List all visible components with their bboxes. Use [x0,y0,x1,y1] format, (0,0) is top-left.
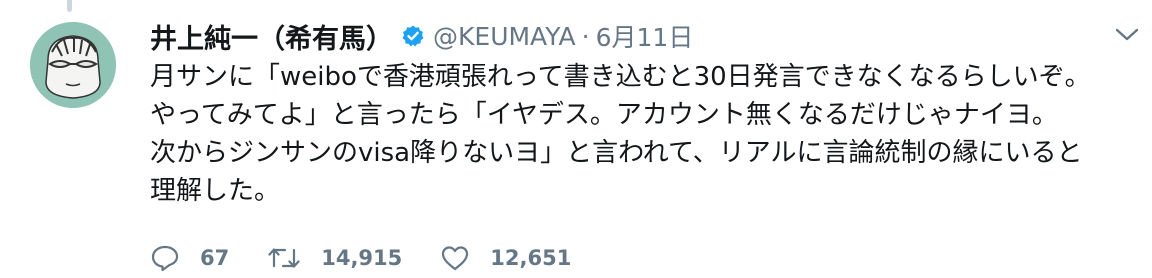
tweet-header: 井上純一（希有馬） @KEUMAYA · 6月11日 [150,16,693,56]
user-handle[interactable]: @KEUMAYA [433,22,576,51]
tweet-text-line: 理解した。 [150,176,281,206]
like-count: 12,651 [490,246,572,270]
tweet-text-line: 次からジンサンのvisa降りないヨ」と言われて、リアルに言論統制の縁にいると [150,138,1083,168]
avatar[interactable] [30,22,116,108]
reply-button[interactable]: 67 [150,244,229,272]
tweet-date[interactable]: 6月11日 [596,18,694,54]
tweet-text-line: やってみてよ」と言ったら「イヤデス。アカウント無くなるだけじゃナイヨ。 [150,100,1058,130]
avatar-image [30,22,116,108]
tweet-text-line: 月サンに「weiboで香港頑張れって書き込むと30日発言できなくなるらしいぞ。 [150,62,1091,92]
separator: · [581,21,590,51]
retweet-count: 14,915 [321,246,403,270]
thread-line [67,0,72,12]
retweet-button[interactable]: 14,915 [267,244,402,272]
reply-icon [151,245,179,272]
tweet-text: 月サンに「weiboで香港頑張れって書き込むと30日発言できなくなるらしいぞ。 … [150,58,1140,210]
like-button[interactable]: 12,651 [440,244,571,272]
tweet-actions: 67 14,915 12,651 [150,238,609,278]
display-name[interactable]: 井上純一（希有馬） [150,17,393,56]
tweet[interactable]: 井上純一（希有馬） @KEUMAYA · 6月11日 月サンに「weiboで香港… [0,0,1152,278]
chevron-down-icon[interactable] [1114,26,1140,44]
heart-icon [442,246,469,271]
reply-count: 67 [200,246,230,270]
verified-badge-icon [401,24,425,48]
retweet-icon [268,248,300,268]
